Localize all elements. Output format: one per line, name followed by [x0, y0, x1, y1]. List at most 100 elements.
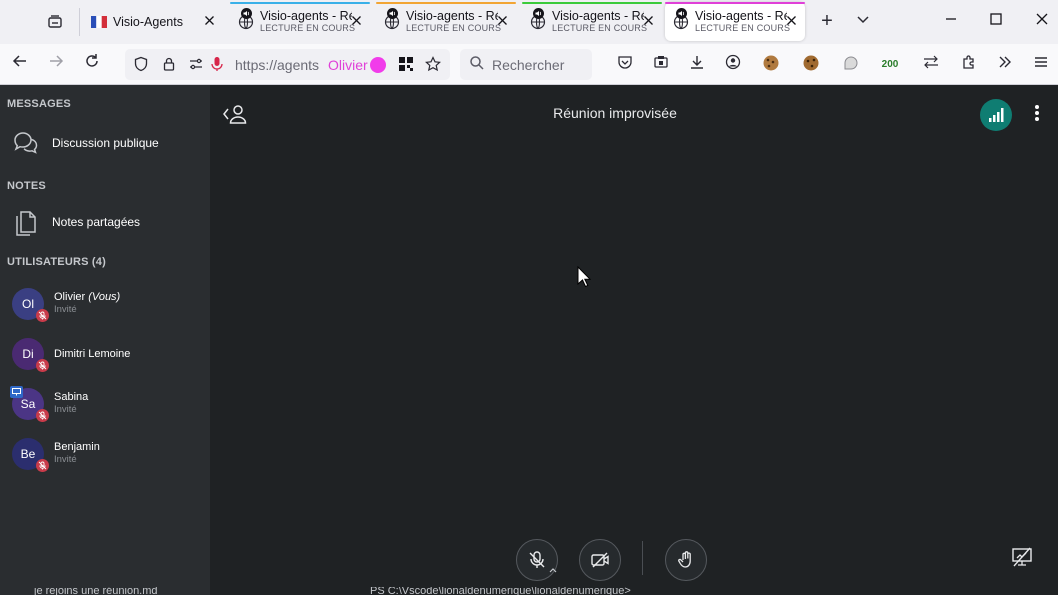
- tab-title: Visio-Agents: [113, 14, 183, 29]
- user-name-text: Olivier: [54, 291, 86, 303]
- container-color-line: [376, 2, 516, 4]
- cookie-editor-button[interactable]: [800, 54, 822, 76]
- close-window-button[interactable]: [1035, 12, 1049, 30]
- chevron-double-right-icon: [999, 56, 1011, 68]
- hamburger-menu-icon: [1035, 57, 1047, 67]
- raise-hand-button[interactable]: [665, 539, 707, 581]
- tab-texts: Visio-Agents: [113, 15, 183, 29]
- screenshot-icon: [654, 56, 668, 68]
- url-text[interactable]: https://agents: [235, 57, 327, 73]
- meeting-header: Réunion improvisée: [210, 85, 1058, 143]
- sidebar: MESSAGES Discussion publique NOTES Notes…: [0, 85, 210, 595]
- close-tab-button[interactable]: [351, 14, 362, 29]
- account-button[interactable]: [722, 54, 744, 76]
- user-name-text: Sabina: [54, 391, 89, 403]
- downloads-button[interactable]: [686, 54, 708, 76]
- browser-tab[interactable]: Visio-agents - Ré LECTURE EN COURS: [376, 2, 516, 41]
- messages-section-title: MESSAGES: [7, 98, 71, 110]
- search-bar[interactable]: Rechercher: [460, 49, 592, 80]
- chevron-down-icon: [857, 16, 869, 24]
- arrows-exchange-icon: [924, 55, 938, 69]
- close-tab-button[interactable]: [497, 14, 508, 29]
- container-color-line: [522, 2, 662, 4]
- tracking-protection-icon[interactable]: [133, 56, 149, 75]
- close-icon: [498, 16, 507, 25]
- user-list-item[interactable]: Ol Olivier (Vous) Invité: [0, 288, 210, 332]
- list-all-tabs-button[interactable]: [856, 12, 870, 27]
- lock-icon[interactable]: [161, 56, 177, 75]
- dot: [1035, 105, 1039, 109]
- tab-playing-status: LECTURE EN COURS: [695, 23, 791, 33]
- microphone-muted-icon: [36, 359, 49, 372]
- overflow-menu-button[interactable]: [994, 54, 1016, 76]
- browser-tab[interactable]: Visio-agents - Ré LECTURE EN COURS: [665, 2, 805, 41]
- pocket-icon: [618, 56, 632, 69]
- reload-button[interactable]: [80, 53, 104, 77]
- presentation-button[interactable]: [1010, 545, 1034, 569]
- raise-hand-icon: [678, 551, 691, 568]
- cookie-extension-button[interactable]: [760, 54, 782, 76]
- minimize-icon: [946, 18, 956, 20]
- user-list-item[interactable]: Be Benjamin Invité: [0, 438, 210, 482]
- browser-tab[interactable]: Visio-agents - Ré LECTURE EN COURS: [230, 2, 370, 41]
- forward-button[interactable]: [44, 53, 68, 77]
- close-tab-button[interactable]: [204, 14, 215, 29]
- user-list-item[interactable]: Di Dimitri Lemoine: [0, 338, 210, 382]
- cookie-icon: [803, 55, 819, 71]
- permissions-icon[interactable]: [188, 56, 204, 75]
- close-tab-button[interactable]: [786, 14, 797, 29]
- pocket-button[interactable]: [614, 54, 636, 76]
- search-placeholder: Rechercher: [492, 57, 565, 73]
- connection-status-button[interactable]: [980, 99, 1012, 131]
- mute-microphone-button[interactable]: [516, 539, 558, 581]
- url-bar[interactable]: https://agents Olivier: [125, 49, 450, 80]
- document-icon: [16, 211, 36, 236]
- browser-tab[interactable]: Visio-agents - Ré LECTURE EN COURS: [522, 2, 662, 41]
- counter-extension-button[interactable]: 200: [879, 54, 901, 76]
- close-icon: [787, 16, 796, 25]
- app-menu-button[interactable]: [1030, 54, 1052, 76]
- close-icon: [644, 16, 653, 25]
- user-role: Invité: [54, 304, 77, 315]
- extension-shape-icon: [844, 56, 858, 70]
- camera-off-icon: [591, 552, 609, 568]
- user-name-text: Benjamin: [54, 441, 100, 453]
- download-icon: [691, 56, 703, 69]
- toggle-camera-button[interactable]: [579, 539, 621, 581]
- public-chat-item[interactable]: Discussion publique: [0, 123, 210, 163]
- maximize-icon: [990, 13, 1002, 25]
- close-tab-button[interactable]: [643, 14, 654, 29]
- new-tab-button[interactable]: +: [815, 10, 839, 34]
- extensions-button[interactable]: [958, 54, 980, 76]
- shared-notes-item[interactable]: Notes partagées: [0, 202, 210, 242]
- globe-icon: [673, 7, 689, 30]
- shared-notes-label: Notes partagées: [52, 215, 141, 229]
- user-list-item[interactable]: Sa Sabina Invité: [0, 386, 210, 432]
- user-name: Sabina: [54, 391, 88, 403]
- chevron-up-icon: [549, 568, 557, 573]
- bookmark-star-icon[interactable]: [425, 56, 441, 75]
- maximize-button[interactable]: [989, 12, 1003, 30]
- minimize-button[interactable]: [944, 12, 958, 30]
- qr-code-icon[interactable]: [398, 56, 414, 75]
- browser-tab[interactable]: Visio-Agents: [83, 2, 223, 41]
- puzzle-icon: [963, 55, 974, 69]
- container-label: Olivier: [328, 57, 368, 73]
- microphone-active-icon[interactable]: [210, 56, 224, 75]
- audio-options-caret[interactable]: [548, 566, 558, 574]
- tab-texts: Visio-agents - Ré LECTURE EN COURS: [260, 9, 355, 34]
- close-icon: [1036, 13, 1048, 25]
- tab-playing-status: LECTURE EN COURS: [260, 23, 356, 33]
- container-color-line: [230, 2, 370, 4]
- back-button[interactable]: [8, 53, 32, 77]
- translate-extension-button[interactable]: [920, 54, 942, 76]
- dot: [1035, 117, 1039, 121]
- firefox-view-button[interactable]: [40, 8, 70, 36]
- screenshot-button[interactable]: [650, 54, 672, 76]
- container-color-line: [665, 2, 805, 4]
- extension-button[interactable]: [840, 54, 862, 76]
- options-menu-button[interactable]: [1034, 104, 1040, 122]
- speaker-icon: [387, 7, 398, 19]
- reload-icon: [86, 54, 98, 67]
- dot: [1035, 111, 1039, 115]
